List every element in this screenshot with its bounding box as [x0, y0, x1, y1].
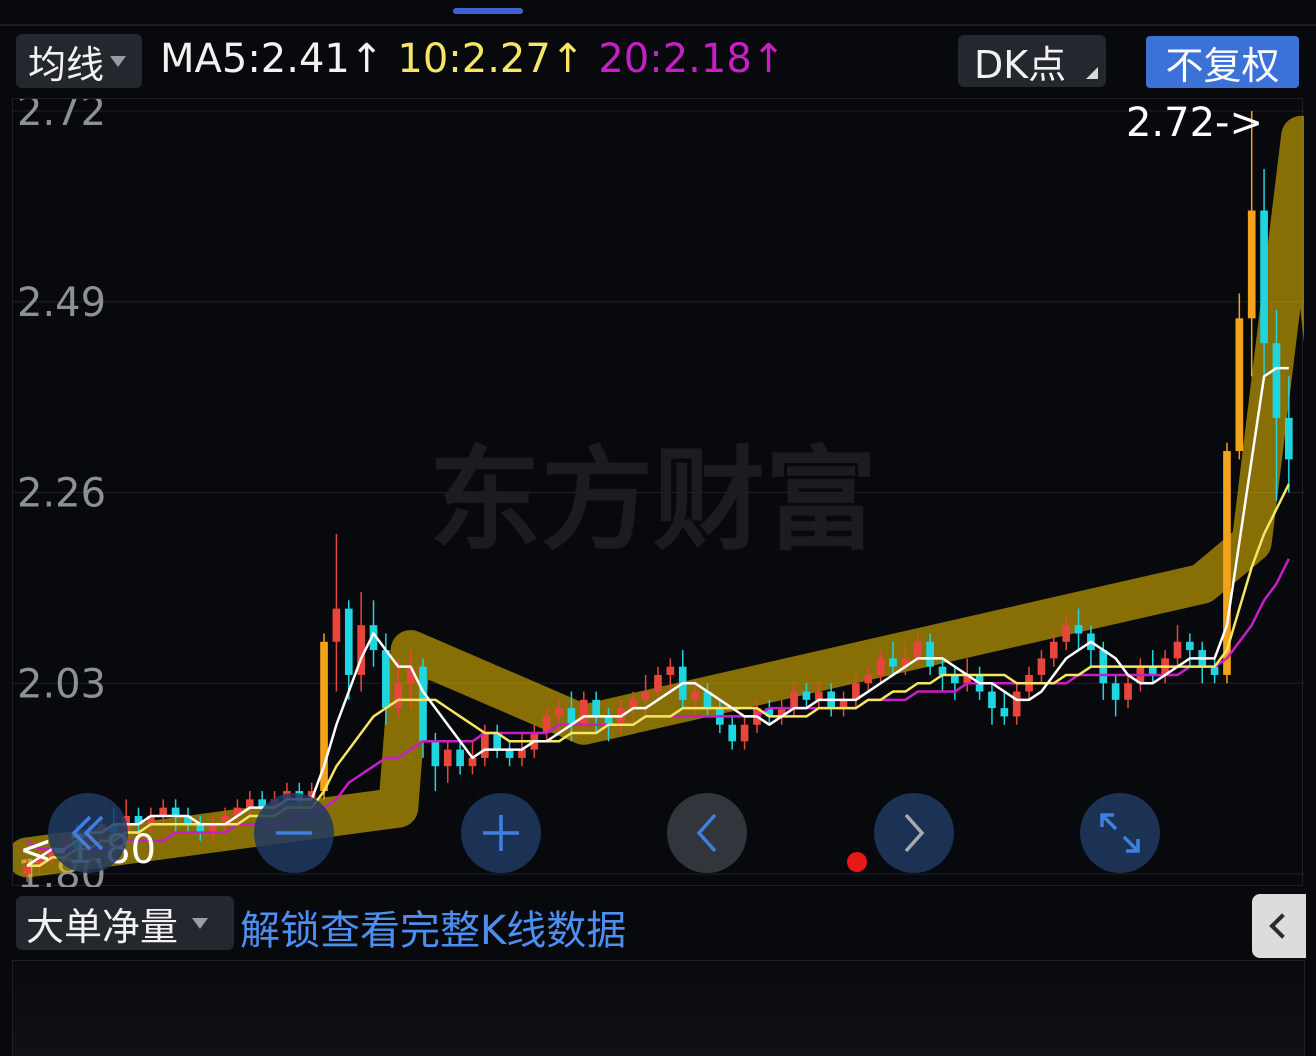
max-price-marker: 2.72->: [1126, 100, 1263, 146]
candle-body: [790, 691, 798, 709]
candle-body: [419, 666, 427, 742]
expand-button[interactable]: [1080, 793, 1160, 873]
candle-body: [691, 691, 699, 700]
next-button[interactable]: [874, 793, 954, 873]
candle-body: [740, 724, 749, 742]
candle-body: [1049, 641, 1058, 659]
candle-body: [394, 683, 403, 709]
candle-body: [1247, 210, 1256, 319]
unlock-link[interactable]: 解锁查看完整K线数据: [240, 898, 626, 956]
ma-values: MA5:2.41↑ 10:2.27↑ 20:2.18↑: [160, 36, 799, 82]
ma-dropdown[interactable]: 均线: [16, 34, 142, 88]
indicator-dropdown[interactable]: 大单净量: [16, 896, 234, 950]
candle-body: [344, 608, 353, 675]
candle-body: [1037, 658, 1046, 675]
candle-body: [1284, 417, 1293, 460]
candle-body: [555, 708, 563, 717]
prev-button[interactable]: [667, 793, 747, 873]
candle-body: [864, 674, 873, 684]
candle-body: [988, 691, 996, 709]
candle-body: [579, 699, 588, 725]
ma-dropdown-label: 均线: [28, 42, 105, 87]
indicator-label: 大单净量: [26, 904, 179, 949]
y-tick-label: 2.03: [17, 661, 106, 707]
caret-down-icon: [192, 917, 209, 929]
candle-body: [456, 749, 464, 767]
candle-body: [876, 658, 885, 675]
kline-chart[interactable]: 2.722.492.262.031.80东方财富2.72-><-1.80: [12, 98, 1304, 887]
candle-body: [443, 749, 452, 767]
candle-body: [1000, 708, 1009, 717]
candle-body: [1186, 641, 1194, 651]
candle-body: [382, 650, 390, 709]
candle-body: [1111, 683, 1120, 700]
candle-body: [1074, 625, 1083, 634]
ma10-value: 10:2.27↑: [397, 36, 585, 82]
chevron-left-icon: [1269, 913, 1295, 939]
candle-body: [889, 658, 897, 667]
dk-label: DK点: [974, 42, 1067, 87]
ma20-value: 20:2.18↑: [598, 36, 786, 82]
corner-arrow-icon: [1086, 67, 1098, 79]
candle-body: [431, 741, 440, 767]
divider: [0, 24, 1316, 26]
y-tick-label: 2.72: [17, 99, 106, 135]
drag-handle[interactable]: [453, 8, 523, 14]
fq-label: 不复权: [1165, 43, 1280, 88]
candle-body: [592, 699, 600, 717]
y-tick-label: 2.49: [17, 280, 106, 326]
no-adjust-button[interactable]: 不复权: [1146, 36, 1299, 88]
candle-body: [728, 724, 737, 742]
collapse-button[interactable]: [1252, 894, 1306, 958]
candle-body: [1272, 343, 1281, 418]
candle-body: [1235, 318, 1244, 452]
ma5-value: MA5:2.41↑: [160, 36, 384, 82]
indicator-bar: 大单净量 解锁查看完整K线数据: [12, 894, 1316, 958]
indicator-panel: [12, 960, 1305, 1056]
candle-body: [913, 641, 922, 659]
candle-body: [654, 674, 662, 692]
candle-body: [926, 641, 934, 667]
page-indicator-dot: [847, 852, 867, 872]
kline-svg: 2.722.492.262.031.80东方财富2.72-><-1.80: [13, 99, 1304, 887]
candle-body: [641, 691, 650, 700]
candle-body: [1012, 691, 1021, 717]
candle-body: [1260, 210, 1268, 344]
dk-point-button[interactable]: DK点: [958, 35, 1106, 87]
watermark: 东方财富: [429, 436, 877, 566]
candle-body: [802, 691, 811, 700]
caret-down-icon: [110, 55, 127, 67]
candle-body: [1124, 683, 1132, 700]
candle-body: [1062, 625, 1071, 642]
candle-body: [666, 666, 675, 675]
y-tick-label: 2.26: [17, 471, 106, 517]
candle-body: [332, 608, 341, 642]
candle-body: [481, 733, 489, 758]
candle-body: [1173, 641, 1182, 659]
